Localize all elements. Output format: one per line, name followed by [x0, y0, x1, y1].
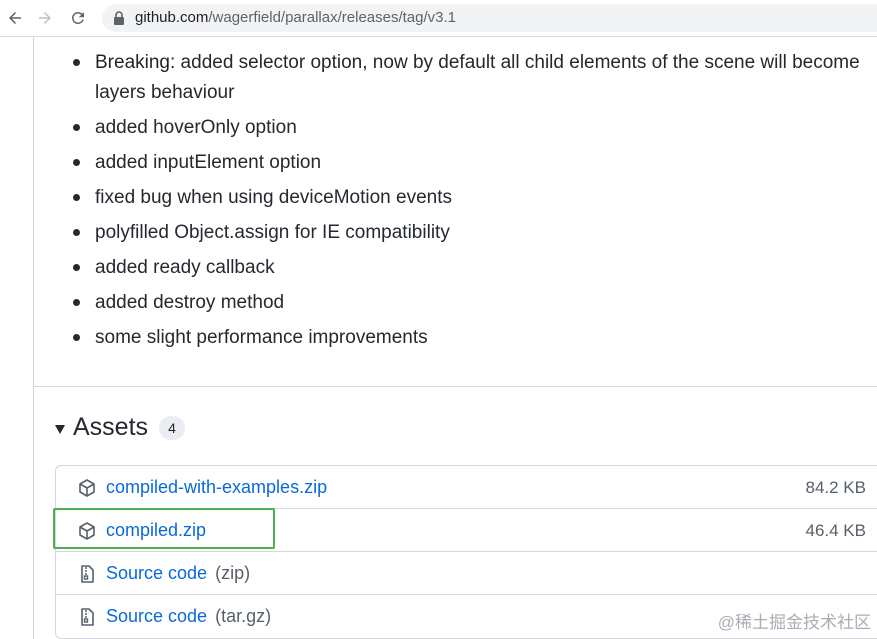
- release-note-text: some slight performance improvements: [95, 327, 428, 348]
- release-note-item: added inputElement option: [72, 145, 877, 180]
- url-path: /wagerfield/parallax/releases/tag/v3.1: [208, 9, 457, 26]
- page-content: Breaking: added selector option, now by …: [0, 37, 877, 639]
- reload-icon[interactable]: [66, 6, 90, 30]
- back-arrow-icon[interactable]: [3, 6, 27, 30]
- release-note-item: added destroy method: [72, 285, 877, 320]
- caret-down-icon: [55, 424, 65, 434]
- asset-link[interactable]: Source code (tar.gz): [106, 606, 271, 627]
- assets-toggle[interactable]: Assets 4: [55, 413, 186, 442]
- asset-size: 46.4 KB: [805, 521, 867, 540]
- url-host: github.com: [135, 9, 209, 26]
- asset-ext: (zip): [215, 563, 251, 583]
- release-note-item: added ready callback: [72, 250, 877, 285]
- release-note-text: added destroy method: [95, 292, 285, 313]
- asset-link[interactable]: compiled.zip: [106, 520, 206, 541]
- address-bar[interactable]: github.com/wagerfield/parallax/releases/…: [102, 4, 877, 32]
- asset-link-name: Source code: [106, 606, 208, 626]
- browser-toolbar: github.com/wagerfield/parallax/releases/…: [0, 0, 877, 37]
- assets-count-badge: 4: [159, 415, 186, 440]
- assets-title: Assets: [73, 413, 149, 441]
- asset-ext: (tar.gz): [215, 606, 272, 626]
- release-note-item: Breaking: added selector option, now by …: [72, 46, 877, 110]
- content-left-border: [33, 37, 34, 639]
- asset-link[interactable]: compiled-with-examples.zip: [106, 477, 327, 498]
- release-note-text: added hoverOnly option: [95, 117, 297, 138]
- package-icon: [79, 479, 95, 497]
- release-note-item: some slight performance improvements: [72, 320, 877, 355]
- asset-row: Source code (zip): [56, 552, 877, 595]
- release-note-item: fixed bug when using deviceMotion events: [72, 180, 877, 215]
- release-notes-list: Breaking: added selector option, now by …: [72, 46, 877, 355]
- url-text: github.com/wagerfield/parallax/releases/…: [135, 9, 456, 26]
- release-note-text: added ready callback: [95, 257, 275, 278]
- asset-row: compiled.zip 46.4 KB: [56, 509, 877, 552]
- asset-link-name: Source code: [106, 563, 208, 583]
- release-note-text: polyfilled Object.assign for IE compatib…: [95, 222, 450, 243]
- watermark: @稀土掘金技术社区: [717, 613, 871, 632]
- release-note-bold: Breaking:: [95, 52, 176, 73]
- file-zip-icon: [81, 565, 94, 583]
- forward-arrow-icon[interactable]: [33, 6, 57, 30]
- release-note-text: added selector option, now by default al…: [95, 52, 860, 103]
- asset-row: compiled-with-examples.zip 84.2 KB: [56, 466, 877, 509]
- release-note-text: added inputElement option: [95, 152, 322, 173]
- package-icon: [79, 522, 95, 540]
- release-note-item: added hoverOnly option: [72, 110, 877, 145]
- section-divider: [34, 386, 877, 387]
- release-note-item: polyfilled Object.assign for IE compatib…: [72, 215, 877, 250]
- file-zip-icon: [81, 608, 94, 626]
- asset-size: 84.2 KB: [805, 478, 867, 497]
- lock-icon: [114, 11, 124, 25]
- release-note-text: fixed bug when using deviceMotion events: [95, 187, 453, 208]
- asset-link[interactable]: Source code (zip): [106, 563, 250, 584]
